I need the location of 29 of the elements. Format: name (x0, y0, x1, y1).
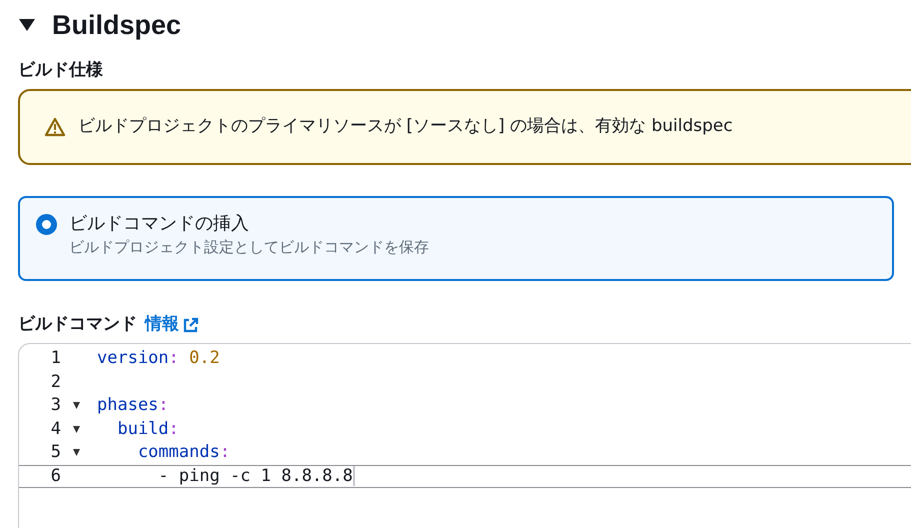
option-label: ビルドコマンドの挿入 (69, 212, 250, 236)
section-title: Buildspec (52, 8, 182, 42)
info-link[interactable]: 情報 (145, 312, 199, 338)
code-editor[interactable]: 1 version: 0.2 2 3 phases: 4 build: 5 commands: 6 - ping -c 1 8.8.8.8 (18, 343, 911, 528)
field-label: ビルド仕様 (18, 60, 103, 80)
fold-icon[interactable] (73, 426, 80, 433)
fold-icon[interactable] (73, 449, 80, 456)
line-number: 6 (50, 464, 61, 488)
field-label: ビルドコマンド (18, 313, 137, 336)
external-link-icon (183, 317, 199, 333)
line-number: 2 (50, 370, 61, 394)
collapse-toggle[interactable] (18, 18, 36, 32)
text-cursor (352, 466, 355, 486)
warning-icon (44, 117, 66, 137)
option-description: ビルドプロジェクト設定としてビルドコマンドを保存 (69, 237, 429, 258)
line-number: 4 (50, 418, 61, 440)
fold-icon[interactable] (73, 402, 80, 410)
code-line: version: 0.2 (97, 347, 220, 370)
code-line: build: (116, 418, 179, 440)
line-number: 5 (50, 441, 61, 464)
line-number: 3 (50, 394, 61, 417)
code-line: - ping -c 1 8.8.8.8 (157, 464, 353, 488)
radio-card[interactable]: ビルドコマンドの挿入 ビルドプロジェクト設定としてビルドコマンドを保存 (18, 196, 894, 281)
radio-button[interactable] (36, 214, 57, 235)
caret-icon (18, 18, 36, 32)
code-line: phases: (97, 394, 169, 417)
alert-message: ビルドプロジェクトのプライマリソースが [ソースなし] の場合は、有効な buildspec (78, 115, 733, 138)
line-number: 1 (50, 347, 61, 370)
code-line: commands: (136, 441, 230, 464)
